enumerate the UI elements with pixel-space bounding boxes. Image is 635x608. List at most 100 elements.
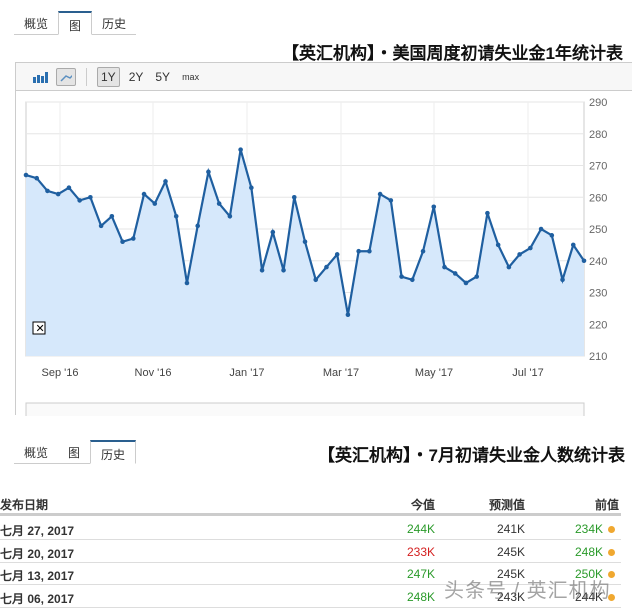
data-point <box>66 185 72 191</box>
y-tick-label: 280 <box>589 129 607 141</box>
data-point <box>356 248 361 254</box>
revision-dot-icon <box>608 548 615 556</box>
x-tick-label: May '17 <box>415 367 453 379</box>
tab-history[interactable]: 历史 <box>90 440 137 464</box>
y-tick-label: 260 <box>589 192 607 204</box>
data-point <box>109 214 115 219</box>
data-point <box>452 271 458 276</box>
data-point <box>324 264 329 270</box>
table-row: 七月 27, 2017 244K 241K 234K <box>0 518 621 540</box>
y-tick-label: 220 <box>589 319 607 331</box>
forecast-value: 245K <box>496 544 525 559</box>
data-point <box>474 274 479 279</box>
history-title: 【英汇机构】・7月初请失业金人数统计表 <box>318 446 625 465</box>
forecast-value: 241K <box>496 522 525 536</box>
navigator-scrollbar <box>25 402 585 416</box>
data-point <box>259 267 265 273</box>
tab-history[interactable]: 历史 <box>92 11 136 35</box>
y-tick-label: 240 <box>589 256 607 268</box>
y-tick-label: 290 <box>589 97 607 109</box>
data-point <box>399 274 404 279</box>
data-point <box>528 245 533 251</box>
data-point <box>345 312 351 318</box>
broken-image-icon-glyph: ✕ <box>36 323 45 335</box>
tab-overview[interactable]: 概览 <box>14 440 58 464</box>
data-point <box>88 194 93 200</box>
revision-dot-icon <box>608 526 615 533</box>
table-row: 七月 20, 2017 233K 245K 248K <box>0 541 621 563</box>
data-point <box>420 248 426 254</box>
data-point <box>367 248 372 254</box>
data-point <box>216 201 222 206</box>
x-tick-label: Jul '17 <box>512 367 543 379</box>
data-point <box>45 188 50 194</box>
data-point <box>388 198 394 203</box>
release-date: 七月 27, 2017 <box>0 524 75 538</box>
tab-chart[interactable]: 图 <box>58 11 93 35</box>
data-point <box>442 264 447 270</box>
release-date: 七月 13, 2017 <box>0 569 75 583</box>
data-point <box>131 236 136 241</box>
data-point <box>55 191 61 197</box>
data-point <box>549 233 555 238</box>
data-point <box>77 198 82 203</box>
x-tick-label: Nov '16 <box>135 367 172 379</box>
data-point <box>34 175 40 181</box>
data-point <box>23 172 29 178</box>
data-point <box>410 277 415 283</box>
watermark: 头条号 / 英汇机构 <box>444 580 611 602</box>
y-tick-label: 270 <box>589 161 607 173</box>
data-point <box>377 191 383 197</box>
data-point <box>517 252 522 257</box>
data-point <box>334 252 340 257</box>
data-point <box>291 194 297 200</box>
tab-chart[interactable]: 图 <box>58 440 90 464</box>
chart-panel: 1Y 2Y 5Y max 210 220 230 240 250 260 270 280 290… <box>15 62 632 416</box>
actual-value: 244K <box>406 522 435 536</box>
data-point <box>249 185 254 191</box>
y-tick-label: 250 <box>589 224 607 236</box>
data-point <box>506 264 512 270</box>
data-point <box>120 239 125 244</box>
history-table-header: 发布日期 今值 预测值 前值 <box>0 492 621 516</box>
header-previous: 前值 <box>594 498 619 512</box>
header-date: 发布日期 <box>0 498 49 512</box>
data-point <box>313 277 319 283</box>
header-forecast: 预测值 <box>488 498 525 512</box>
release-date: 七月 20, 2017 <box>0 546 75 561</box>
header-actual: 今值 <box>410 498 435 512</box>
data-point <box>581 258 587 264</box>
previous-value: 248K <box>574 544 603 559</box>
chart-title: 【英汇机构】・美国周度初请失业金1年统计表 <box>282 44 623 63</box>
y-tick-label: 210 <box>589 351 607 363</box>
line-chart: 210 220 230 240 250 260 270 280 290 Sep '16 Nov '1… <box>23 97 607 416</box>
previous-value: 234K <box>574 522 603 536</box>
data-point <box>463 280 469 286</box>
actual-value: 233K <box>406 544 435 559</box>
data-point <box>173 214 179 219</box>
data-point <box>98 223 104 229</box>
actual-value: 247K <box>406 567 435 581</box>
data-point <box>495 242 501 248</box>
bottom-tabs: 概览 图 历史 <box>14 440 137 464</box>
data-point <box>195 223 200 229</box>
x-tick-label: Jan '17 <box>229 367 264 379</box>
data-point <box>538 226 544 232</box>
data-point <box>570 242 576 248</box>
data-point <box>431 204 437 210</box>
data-point <box>163 179 168 184</box>
tab-overview[interactable]: 概览 <box>14 11 58 35</box>
data-point <box>184 280 190 286</box>
x-tick-label: Sep '16 <box>42 367 79 379</box>
data-point <box>227 214 233 219</box>
data-point <box>152 201 158 206</box>
data-point <box>270 229 276 235</box>
data-point <box>141 191 147 197</box>
x-tick-label: Mar '17 <box>323 367 359 379</box>
y-tick-label: 230 <box>589 288 607 300</box>
actual-value: 248K <box>406 589 435 604</box>
data-point <box>485 210 490 216</box>
data-point <box>302 239 308 244</box>
data-point <box>281 267 286 273</box>
data-point <box>206 169 211 175</box>
